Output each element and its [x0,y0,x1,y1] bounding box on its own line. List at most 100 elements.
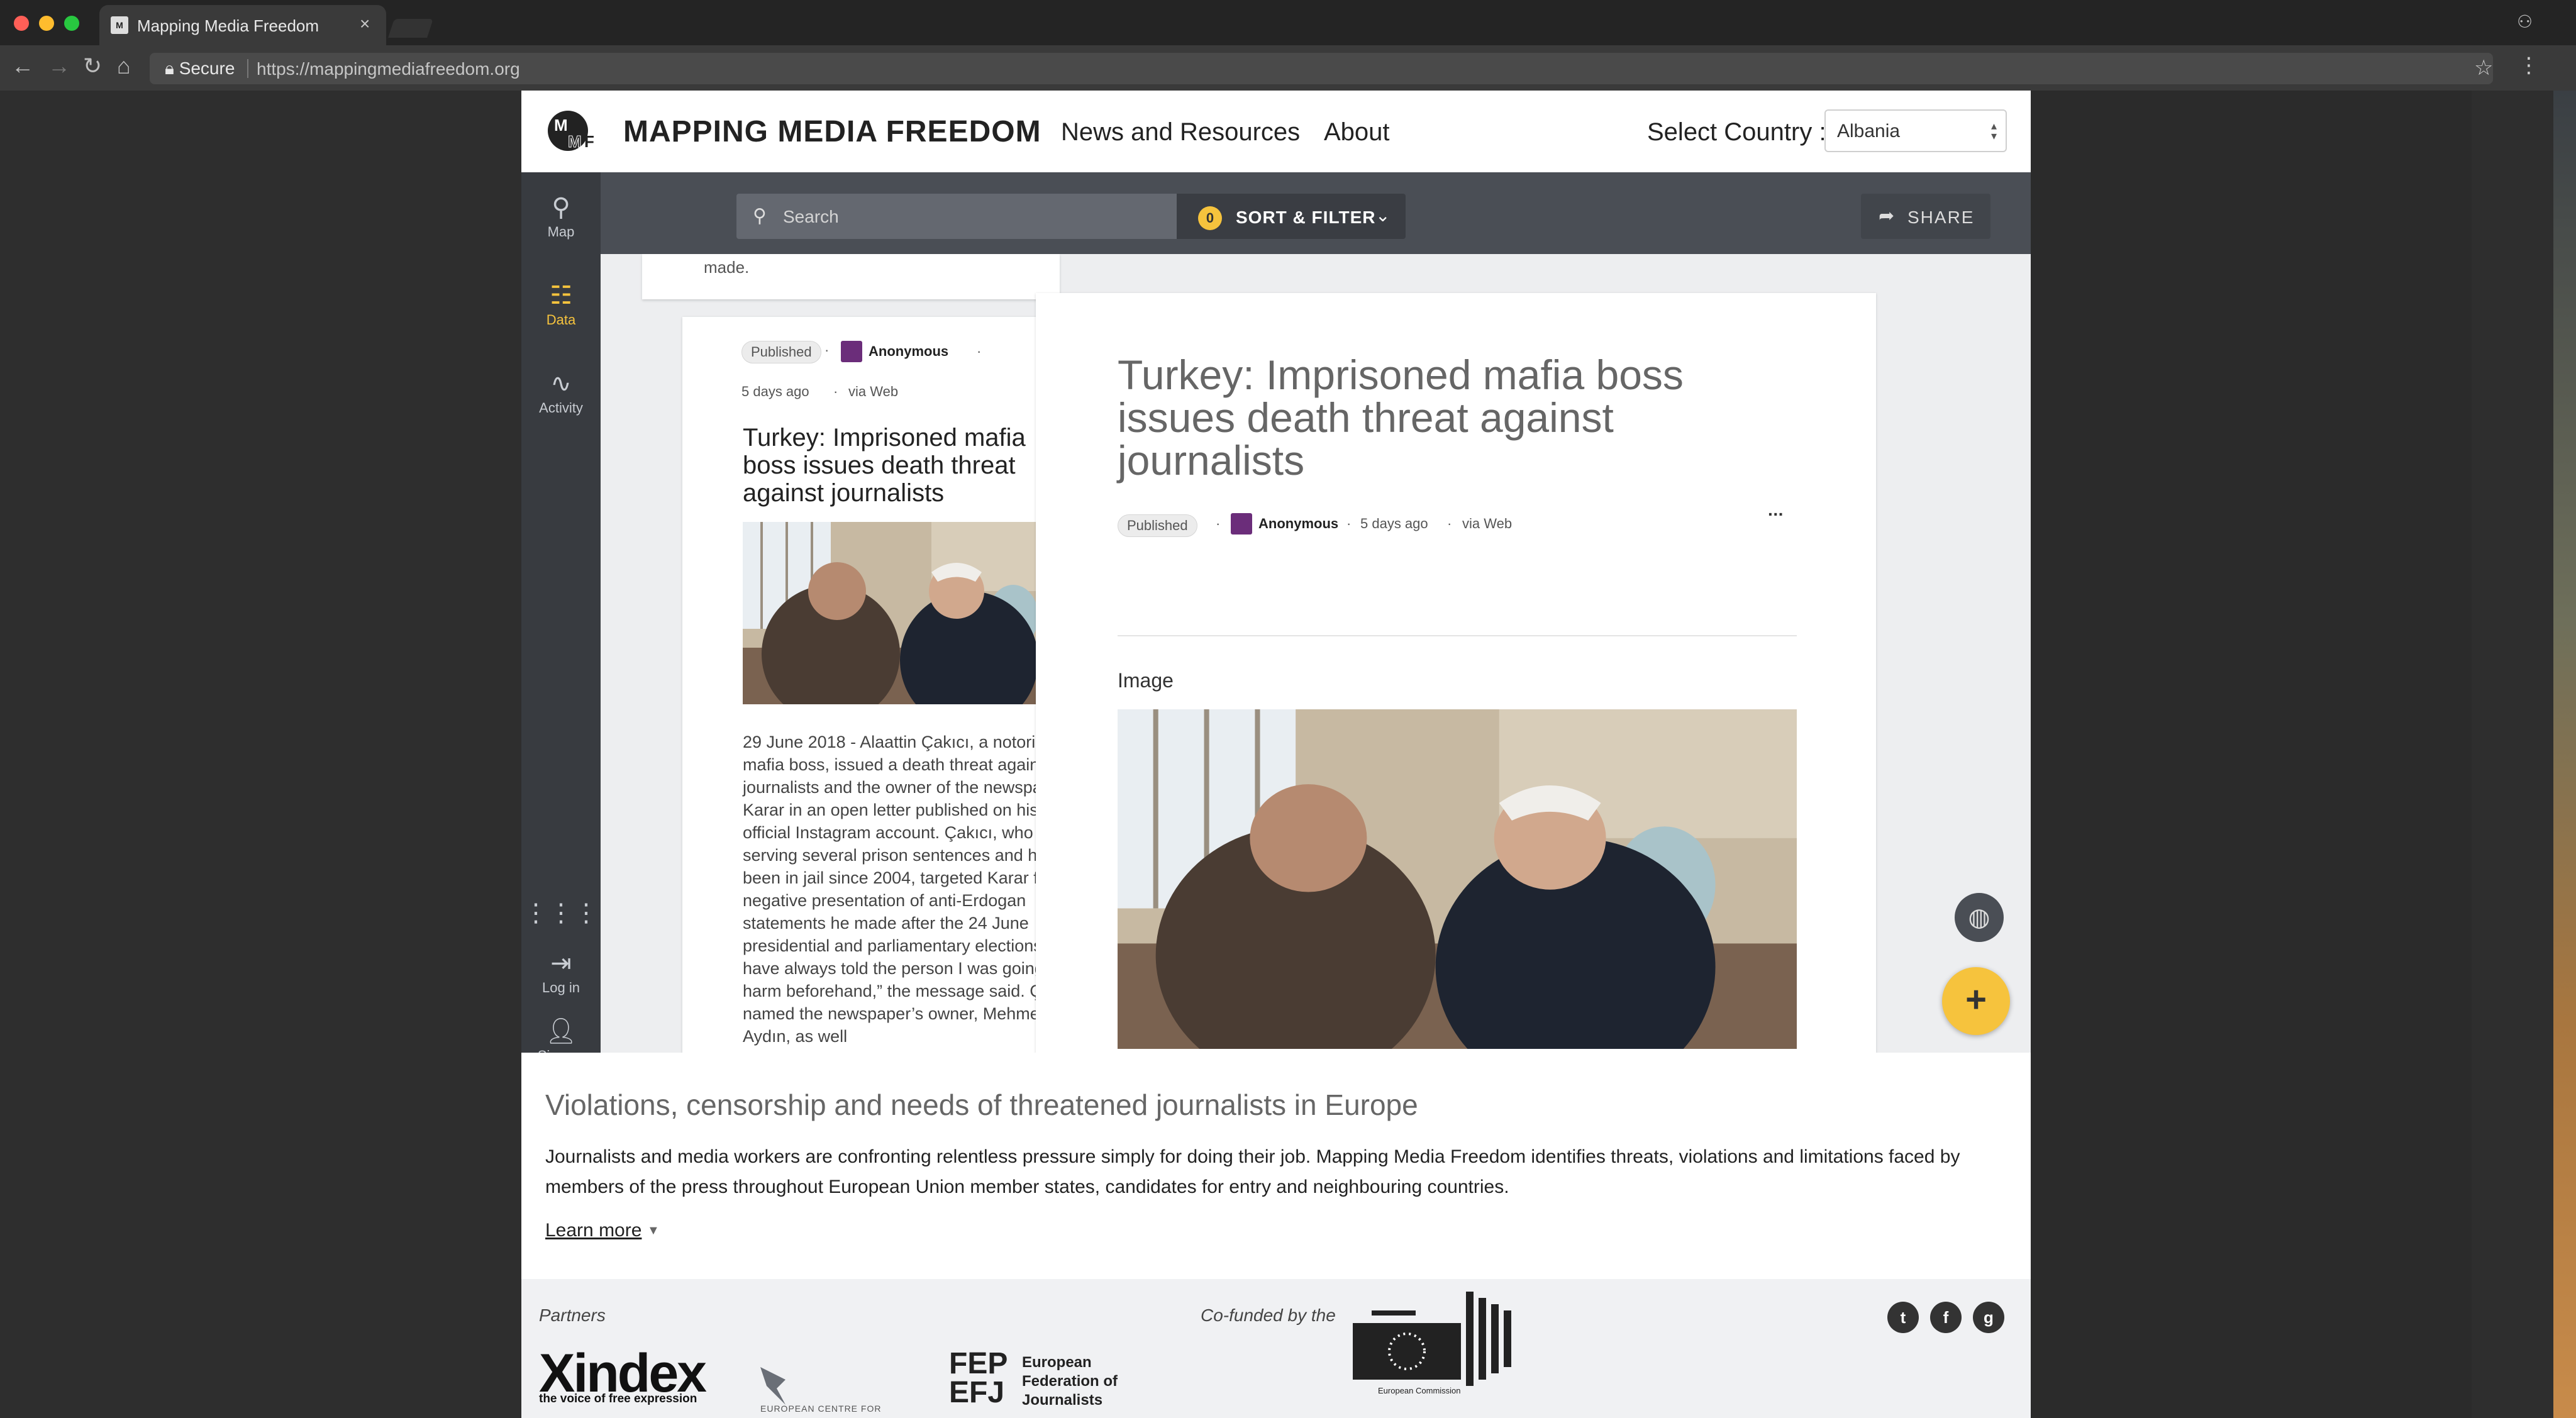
meta-separator: · [1447,516,1452,531]
tab-close-icon[interactable]: × [360,14,370,34]
mmf-logo-icon[interactable]: M M F [547,108,599,153]
caret-down-icon: ▼ [647,1224,660,1238]
efj-name-line: Journalists [1022,1392,1103,1409]
svg-text:M: M [568,132,582,151]
status-badge: Published [741,341,821,363]
reload-icon[interactable]: ↻ [83,53,102,79]
detail-author[interactable]: Anonymous [1258,516,1338,532]
country-select-value: Albania [1837,121,1901,141]
twitter-icon[interactable]: t [1887,1302,1919,1333]
new-tab-button[interactable] [388,19,433,38]
sidebar-apps[interactable]: ⋮⋮⋮ [521,899,601,929]
sidebar-item-label: Map [547,224,575,240]
index-tagline: the voice of free expression [539,1392,697,1405]
plus-icon: + [1965,979,1987,1020]
facebook-icon[interactable]: f [1930,1302,1962,1333]
login-icon: ⇥ [550,950,572,977]
site-header: M M F MAPPING MEDIA FREEDOM News and Res… [521,91,2031,173]
filter-bar: ⚲ Search 0 SORT & FILTER ⌄ ➦ SHARE [601,172,2031,254]
sidebar-item-label: Data [546,312,576,328]
back-icon[interactable]: ← [11,53,34,79]
svg-text:F: F [584,132,594,151]
bookmark-star-icon[interactable]: ☆ [2474,55,2493,80]
secure-label: 🔒︎ Secure [165,58,235,78]
search-input[interactable]: ⚲ Search [736,194,1177,239]
detail-status-badge: Published [1118,514,1197,537]
sidebar-item-activity[interactable]: ∿ Activity [521,370,601,416]
site-brand[interactable]: MAPPING MEDIA FREEDOM [623,114,1041,149]
ecpmf-text: EUROPEAN CENTRE FOR [760,1404,882,1414]
partners-label: Partners [539,1305,606,1325]
efj-name[interactable]: European Federation of Journalists [1022,1353,1118,1410]
avatar [841,341,862,362]
add-post-button[interactable]: + [1942,967,2010,1035]
sidebar-login[interactable]: ⇥ Log in [521,950,601,996]
sort-filter-button[interactable]: 0 SORT & FILTER ⌄ [1177,194,1406,239]
activity-icon: ∿ [550,370,572,397]
apps-grid-icon: ⋮⋮⋮ [523,899,599,927]
close-window-button[interactable] [14,16,29,31]
detail-title: Turkey: Imprisoned mafia boss issues dea… [1118,352,1684,484]
post-source: via Web [848,384,899,399]
sidebar-item-label: Log in [542,980,580,995]
country-select[interactable]: Albania ▴ ▾ [1824,109,2007,152]
search-placeholder: Search [783,207,839,226]
share-icon: ➦ [1879,206,1895,226]
eu-caption: European Commission [1378,1386,1461,1395]
divider [1118,635,1797,636]
sidebar-item-label: Activity [539,400,583,416]
footer: Partners Xindex the voice of free expres… [521,1279,2031,1418]
data-list-icon: ☷ [550,282,572,309]
nav-news-resources[interactable]: News and Resources [1061,118,1300,147]
forward-icon[interactable]: → [48,53,70,79]
meta-separator: · [1216,516,1221,531]
meta-separator: · [1346,516,1352,531]
post-card[interactable]: Published · Anonymous · ··· 5 days ago ·… [682,317,1097,1053]
detail-time: 5 days ago [1360,516,1428,531]
post-body: 29 June 2018 - Alaattin Çakıcı, a notori… [743,733,1078,1046]
meta-separator: · [977,343,982,359]
nav-about[interactable]: About [1324,118,1390,147]
detail-image[interactable] [1118,709,1797,1049]
sidebar-item-data[interactable]: ☷ Data [521,282,601,328]
share-button[interactable]: ➦ SHARE [1861,194,1990,239]
more-options-icon[interactable]: ··· [1768,504,1784,524]
desktop-background [2553,91,2576,1418]
meta-separator: · [824,342,830,358]
european-commission-logo-icon[interactable]: European Commission [1353,1285,1524,1405]
globe-icon: ◍ [1968,904,1990,931]
browser-titlebar: M Mapping Media Freedom × ⚇ [0,0,2576,45]
post-title[interactable]: Turkey: Imprisoned mafia boss issues dea… [743,424,1082,507]
sidebar-item-map[interactable]: ⚲ Map [521,194,601,240]
minimize-window-button[interactable] [39,16,54,31]
url-text[interactable]: https://mappingmediafreedom.org [257,59,520,79]
page-margin-left [0,91,521,1418]
efj-logo-icon[interactable]: FEP EFJ [949,1349,1008,1408]
index-logo[interactable]: Xindex [539,1346,707,1400]
browser-tab[interactable]: M Mapping Media Freedom × [99,5,386,45]
learn-more-link[interactable]: Learn more [545,1220,641,1241]
address-bar[interactable]: 🔒︎ Secure https://mappingmediafreedom.or… [150,53,2493,84]
select-arrows-icon: ▴ ▾ [1990,119,1997,142]
web-page: M M F MAPPING MEDIA FREEDOM News and Res… [521,91,2031,1418]
search-icon: ⚲ [753,206,767,226]
home-icon[interactable]: ⌂ [117,53,131,79]
browser-menu-icon[interactable]: ⋮ [2518,53,2540,78]
incognito-icon: ⚇ [2517,12,2533,31]
cofunded-label: Co-funded by the [1201,1305,1336,1325]
content-area: made. Published · Anonymous · ··· 5 days… [601,254,2031,1053]
post-author[interactable]: Anonymous [869,343,948,360]
about-text: Journalists and media workers are confro… [545,1146,1960,1197]
chevron-down-icon: ⌄ [1375,206,1391,225]
google-plus-icon[interactable]: g [1973,1302,2004,1333]
maximize-window-button[interactable] [64,16,79,31]
sort-filter-label: SORT & FILTER [1236,208,1376,227]
globe-button[interactable]: ◍ [1955,893,2004,942]
previous-post-card[interactable]: made. [642,254,1060,299]
filter-count-badge: 0 [1198,206,1222,230]
post-thumbnail[interactable] [743,522,1079,704]
sidebar: ⚲ Map ☷ Data ∿ Activity ⋮⋮⋮ ⇥ Log in 👤︎ … [521,172,601,1119]
about-section: Violations, censorship and needs of thre… [521,1053,2031,1279]
tab-title: Mapping Media Freedom [137,16,319,35]
tab-favicon-icon: M [111,16,128,34]
